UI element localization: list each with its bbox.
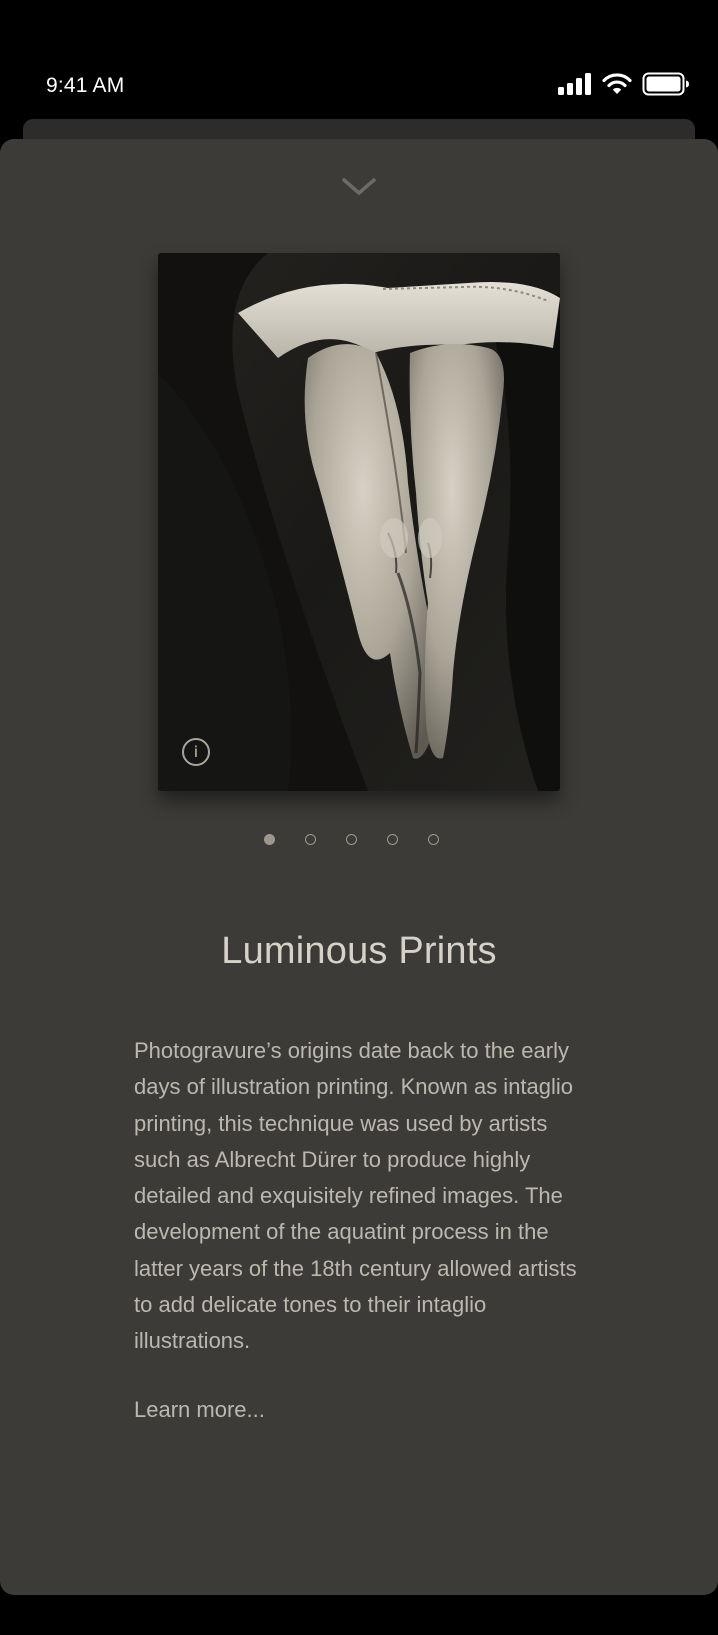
page-dot-2[interactable] (305, 834, 316, 845)
chevron-down-icon[interactable] (341, 176, 377, 198)
learn-more-link[interactable]: Learn more... (134, 1397, 265, 1423)
status-bar: 9:41 AM (0, 0, 718, 130)
article-title: Luminous Prints (221, 930, 497, 972)
page-dot-5[interactable] (428, 834, 439, 845)
info-button[interactable]: i (182, 738, 210, 766)
wifi-icon (602, 73, 632, 94)
cellular-signal-icon (558, 73, 591, 95)
page-dot-3[interactable] (346, 834, 357, 845)
article-body: Photogravure’s origins date back to the … (134, 1038, 577, 1354)
hands-photograph (158, 253, 560, 791)
status-time: 9:41 AM (46, 74, 125, 97)
artwork-image[interactable] (158, 253, 560, 791)
info-icon: i (193, 743, 199, 761)
page-dot-4[interactable] (387, 834, 398, 845)
page-dot-1[interactable] (264, 834, 275, 845)
app-screen: 9:41 AM i Luminous Prints Photogravure’s… (0, 0, 718, 1635)
page-indicator (264, 834, 439, 845)
status-icons (558, 72, 690, 96)
battery-icon (642, 72, 689, 96)
